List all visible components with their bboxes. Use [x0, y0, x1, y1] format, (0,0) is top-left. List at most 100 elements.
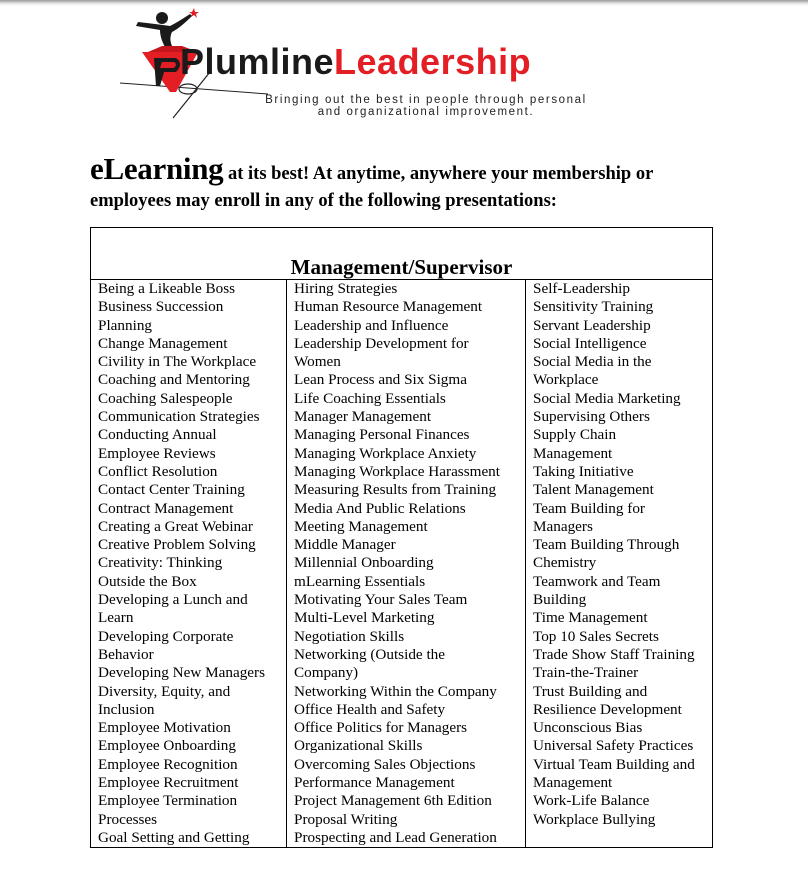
table-title: Management/Supervisor	[290, 255, 513, 279]
presentation-line: Supply Chain	[533, 426, 617, 444]
presentation-line: Multi-Level Marketing	[294, 609, 435, 627]
presentation-line: Outside the Box	[98, 572, 197, 590]
presentation-line: Leadership Development for	[294, 334, 469, 352]
presentation-line: Networking Within the Company	[294, 682, 497, 700]
presentation-line: Life Coaching Essentials	[294, 389, 446, 407]
presentation-line: Company)	[294, 664, 359, 682]
presentation-line: Employee Reviews	[98, 444, 216, 462]
presentation-line: Behavior	[98, 645, 154, 663]
table-column-2: Hiring Strategies Human Resource Manageme…	[287, 280, 526, 847]
elearning-word: eLearning	[90, 151, 224, 186]
presentation-line: Prospecting and Lead Generation	[294, 828, 497, 846]
presentation-line: Sensitivity Training	[533, 298, 654, 316]
presentation-line: Employee Termination	[98, 792, 238, 810]
table-column-3: Self-Leadership Sensitivity Training Serva…	[526, 280, 712, 847]
intro-line-2: employees may enroll in any of the follo…	[90, 191, 557, 211]
presentation-line: Negotiation Skills	[294, 627, 405, 645]
presentation-line: Business Succession	[98, 298, 224, 316]
presentation-line: Train-the-Trainer	[533, 664, 639, 682]
presentation-line: Media And Public Relations	[294, 499, 466, 517]
presentation-line: Taking Initiative	[533, 462, 634, 480]
presentation-line: Planning	[98, 316, 153, 334]
presentation-line: Being a Likeable Boss	[98, 280, 236, 297]
presentation-line: mLearning Essentials	[294, 572, 426, 590]
presentation-line: Talent Management	[533, 481, 654, 499]
presentation-line: Creativity: Thinking	[98, 554, 223, 572]
presentation-line: Servant Leadership	[533, 316, 651, 334]
presentation-line: Creative Problem Solving	[98, 536, 256, 554]
presentation-line: Employee Recognition	[98, 755, 238, 773]
presentation-line: Contact Center Training	[98, 481, 245, 499]
presentation-line: Contract Management	[98, 499, 234, 517]
presentation-line: Meeting Management	[294, 517, 428, 535]
presentation-line: Overcoming Sales Objections	[294, 755, 476, 773]
presentation-line: Work-Life Balance	[533, 792, 650, 810]
logo-word-leadership: Leadership	[334, 41, 532, 82]
presentation-line: Social Intelligence	[533, 334, 647, 352]
presentation-line: Goal Setting and Getting	[98, 828, 250, 846]
presentation-line: Office Health and Safety	[294, 700, 446, 718]
presentation-line: Learn	[98, 609, 134, 627]
presentation-line: Time Management	[533, 609, 648, 627]
presentation-line: Manager Management	[294, 408, 432, 426]
presentation-line: Management	[533, 774, 613, 792]
presentation-line: Top 10 Sales Secrets	[533, 627, 659, 645]
presentation-line: Workplace Bullying	[533, 810, 656, 828]
presentation-line: Workplace	[533, 371, 599, 389]
presentation-line: Developing New Managers	[98, 664, 266, 682]
presentation-line: Millennial Onboarding	[294, 554, 434, 572]
presentation-line: Resilience Development	[533, 700, 682, 718]
logo-wordmark: PlumlineLeadership	[180, 44, 531, 80]
intro-line-1-rest: at its best! At anytime, anywhere your m…	[223, 164, 654, 184]
tagline-line-1: Bringing out the best in people through …	[265, 94, 587, 106]
presentation-line: Supervising Others	[533, 408, 650, 426]
presentation-line: Managing Personal Finances	[294, 426, 470, 444]
presentation-line: Communication Strategies	[98, 408, 260, 426]
presentation-line: Team Building for	[533, 499, 645, 517]
presentation-line: Office Politics for Managers	[294, 719, 468, 737]
presentation-line: Lean Process and Six Sigma	[294, 371, 467, 389]
presentation-line: Human Resource Management	[294, 298, 483, 316]
presentation-line: Managing Workplace Anxiety	[294, 444, 477, 462]
intro-line-1: eLearning at its best! At anytime, anywh…	[90, 153, 730, 188]
presentation-line: Measuring Results from Training	[294, 481, 497, 499]
presentation-line: Employee Recruitment	[98, 774, 239, 792]
presentation-line: Creating a Great Webinar	[98, 517, 253, 535]
presentation-line: Coaching Salespeople	[98, 389, 233, 407]
presentation-line: Networking (Outside the	[294, 645, 445, 663]
presentation-line: Team Building Through	[533, 536, 680, 554]
presentation-line: Managers	[533, 517, 593, 535]
presentation-line: Universal Safety Practices	[533, 737, 694, 755]
tagline-line-2: and organizational improvement.	[317, 106, 535, 118]
presentation-line: Employee Motivation	[98, 719, 231, 737]
presentation-line: Processes	[98, 810, 158, 828]
presentation-line: Motivating Your Sales Team	[294, 591, 468, 609]
presentation-line: Inclusion	[98, 700, 155, 718]
presentation-line: Trust Building and	[533, 682, 648, 700]
presentation-line: Developing a Lunch and	[98, 591, 248, 609]
presentation-line: Building	[533, 591, 587, 609]
company-logo: PlumlineLeadership Bringing out the best…	[118, 6, 638, 122]
intro-heading: eLearning at its best! At anytime, anywh…	[90, 153, 730, 215]
presentation-line: Civility in The Workplace	[98, 353, 257, 371]
presentation-line: Project Management 6th Edition	[294, 792, 492, 810]
presentation-line: Proposal Writing	[294, 810, 398, 828]
presentation-line: Employee Onboarding	[98, 737, 236, 755]
presentation-line: Managing Workplace Harassment	[294, 462, 500, 480]
logo-tagline: Bringing out the best in people through …	[216, 94, 636, 118]
presentation-line: Chemistry	[533, 554, 597, 572]
presentation-line: Performance Management	[294, 774, 455, 792]
presentation-line: Women	[294, 353, 341, 371]
presentation-line: Social Media Marketing	[533, 389, 681, 407]
presentation-line: Conducting Annual	[98, 426, 217, 444]
presentation-line: Virtual Team Building and	[533, 755, 695, 773]
presentation-line: Teamwork and Team	[533, 572, 661, 590]
presentation-line: Coaching and Mentoring	[98, 371, 250, 389]
presentation-line: Trade Show Staff Training	[533, 645, 695, 663]
presentation-line: Conflict Resolution	[98, 462, 218, 480]
logo-word-plumline: Plumline	[180, 41, 335, 82]
presentation-line: Leadership and Influence	[294, 316, 449, 334]
presentation-line: Organizational Skills	[294, 737, 423, 755]
presentation-line: Social Media in the	[533, 353, 652, 371]
presentation-line: Diversity, Equity, and	[98, 682, 231, 700]
